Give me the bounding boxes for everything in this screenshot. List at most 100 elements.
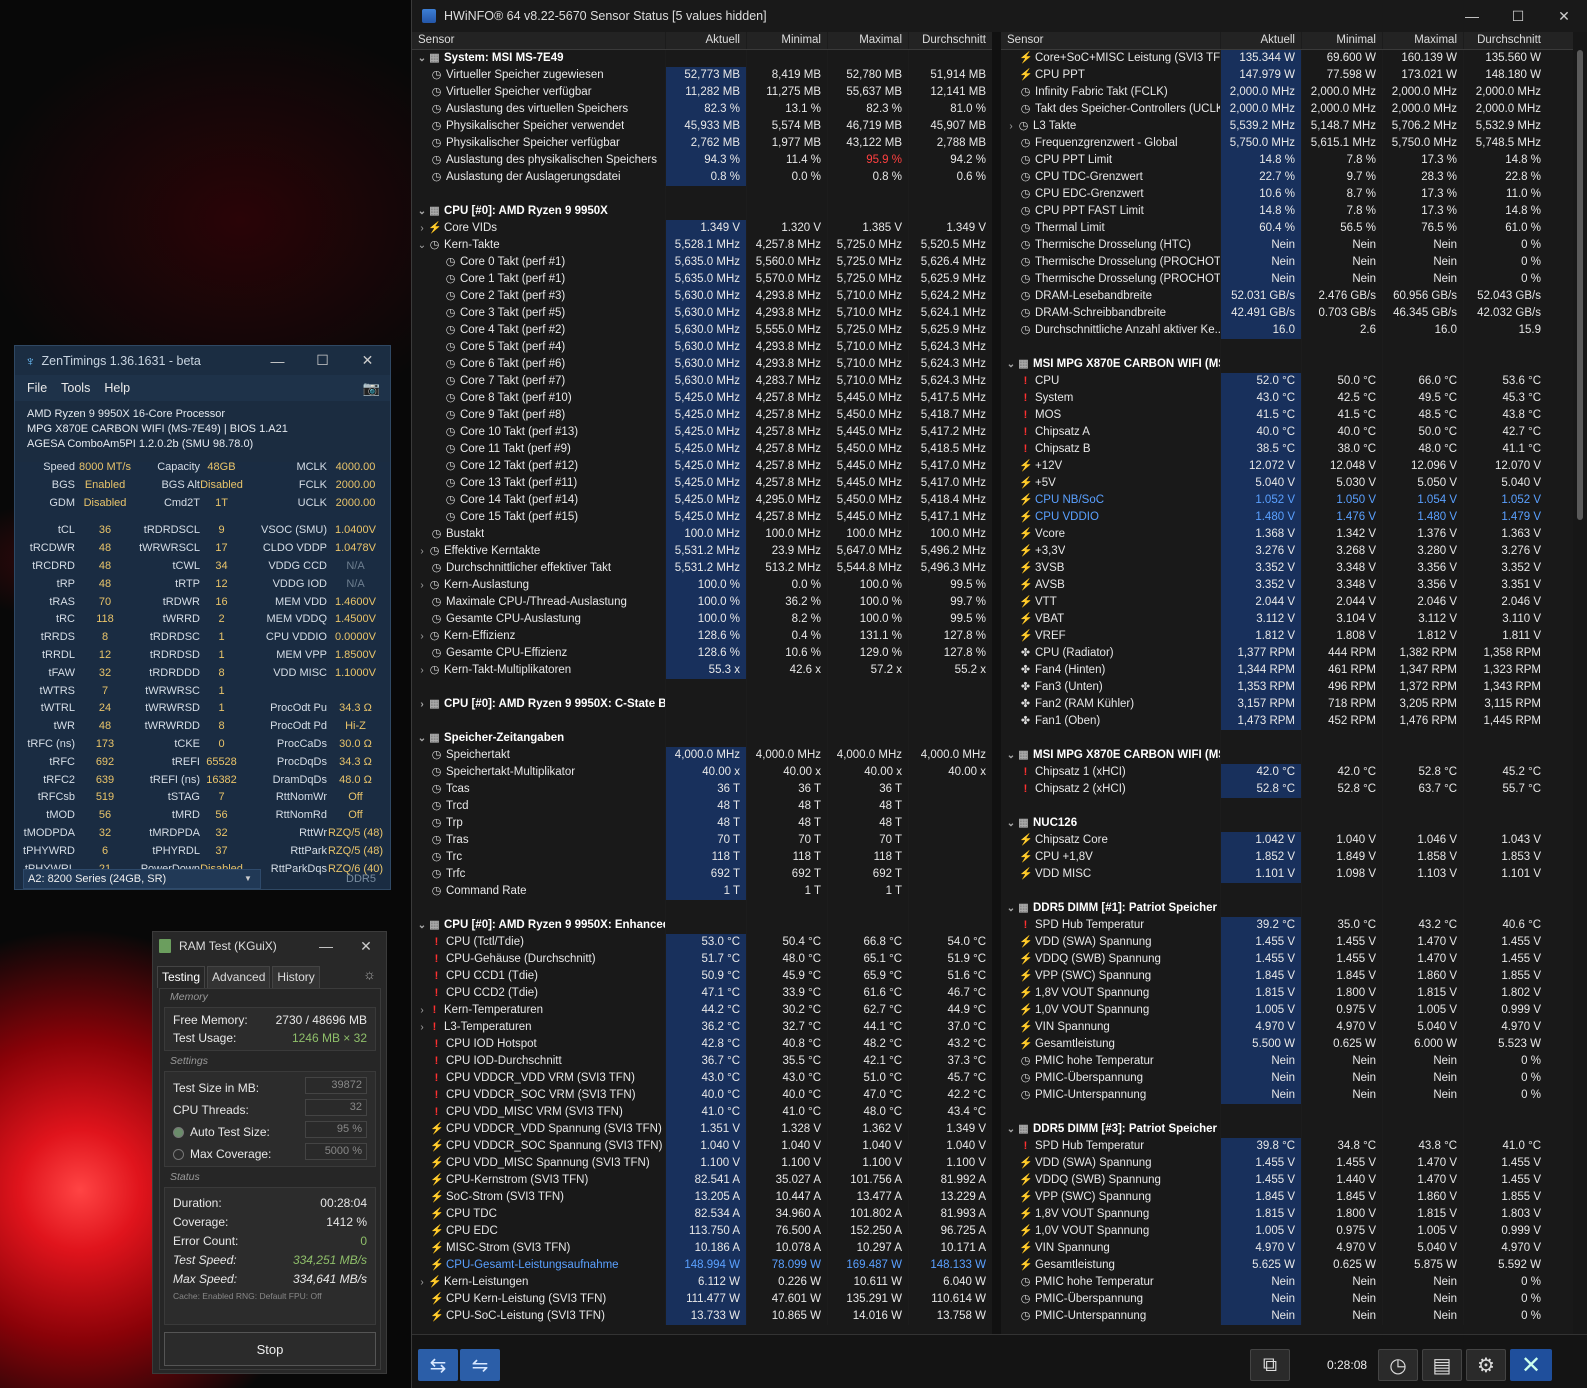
tab-testing[interactable]: Testing — [157, 966, 206, 988]
sensor-row[interactable]: ◷ Thermische Drosselung (PROCHOT ... Nein N… — [1001, 271, 1573, 288]
sensor-row[interactable]: ◷ Core 4 Takt (perf #2) 5,630.0 MHz 5,555.0… — [412, 322, 992, 339]
sensor-row[interactable]: ⚡ CPU Kern-Leistung (SVI3 TFN) 111.477 W 47… — [412, 1291, 992, 1308]
chevron-right-icon[interactable]: › — [416, 220, 428, 237]
sensor-row[interactable]: ⚡ Chipsatz Core 1.042 V 1.040 V 1.046 V 1.043… — [1001, 832, 1573, 849]
sensor-row[interactable]: ◷ Core 1 Takt (perf #1) 5,635.0 MHz 5,570.0… — [412, 271, 992, 288]
sensor-row[interactable]: ! CPU (Tctl/Tdie) 53.0 °C 50.4 °C 66.8 °C 54.… — [412, 934, 992, 951]
sensor-row[interactable]: ◷ Core 11 Takt (perf #9) 5,425.0 MHz 4,257.… — [412, 441, 992, 458]
ramtest-titlebar[interactable]: RAM Test (KGuiX) — ✕ — [153, 932, 386, 960]
sensor-row[interactable]: ✤ Fan2 (RAM Kühler) 3,157 RPM 718 RPM 3,205 … — [1001, 696, 1573, 713]
col-avg[interactable]: Durchschnitt — [908, 32, 992, 49]
sensor-row[interactable]: ◷ PMIC hohe Temperatur Nein Nein Nein 0 % — [1001, 1274, 1573, 1291]
sensor-row[interactable]: ✤ CPU (Radiator) 1,377 RPM 444 RPM 1,382 RPM… — [1001, 645, 1573, 662]
sensor-row[interactable]: ◷ Trp 48 T 48 T 48 T — [412, 815, 992, 832]
sensor-row[interactable]: ! SPD Hub Temperatur 39.2 °C 35.0 °C 43.2 °C… — [1001, 917, 1573, 934]
sensor-row[interactable]: ◷ Core 8 Takt (perf #10) 5,425.0 MHz 4,257.… — [412, 390, 992, 407]
sensor-row[interactable]: ⚡ Gesamtleistung 5.625 W 0.625 W 5.875 W 5.59… — [1001, 1257, 1573, 1274]
col-min[interactable]: Minimal — [1301, 32, 1382, 49]
chevron-down-icon[interactable]: ⌄ — [1005, 356, 1017, 373]
sensor-row[interactable]: ⚡ 1,8V VOUT Spannung 1.815 V 1.800 V 1.815 V… — [1001, 985, 1573, 1002]
chevron-right-icon[interactable]: › — [1005, 118, 1017, 135]
sensor-row[interactable]: ◷ Trfc 692 T 692 T 692 T — [412, 866, 992, 883]
sensor-row[interactable]: ◷ Frequenzgrenzwert - Global 5,750.0 MHz 5,… — [1001, 135, 1573, 152]
sensor-row[interactable]: ◷ CPU PPT Limit 14.8 % 7.8 % 17.3 % 14.8 % — [1001, 152, 1573, 169]
sensor-row[interactable]: ◷ Core 6 Takt (perf #6) 5,630.0 MHz 4,293.8… — [412, 356, 992, 373]
sensor-row[interactable]: ⚡ VBAT 3.112 V 3.104 V 3.112 V 3.110 V — [1001, 611, 1573, 628]
sensor-row[interactable]: ◷ Core 0 Takt (perf #1) 5,635.0 MHz 5,560.0… — [412, 254, 992, 271]
arrows-left-right-icon[interactable]: ⇆ — [418, 1349, 458, 1381]
sensor-row[interactable]: ⚡ VIN Spannung 4.970 V 4.970 V 5.040 V 4.970 … — [1001, 1240, 1573, 1257]
menu-tools[interactable]: Tools — [61, 381, 90, 395]
chevron-right-icon[interactable]: › — [416, 577, 428, 594]
sensor-row[interactable]: ! CPU-Gehäuse (Durchschnitt) 51.7 °C 48.0 °… — [412, 951, 992, 968]
sensor-row[interactable]: ◷ Auslastung des physikalischen Speichers… — [412, 152, 992, 169]
close-icon[interactable]: ✕ — [346, 938, 386, 955]
test-size-input[interactable]: 39872 — [305, 1077, 367, 1094]
auto-size-radio[interactable] — [173, 1127, 184, 1139]
sensor-row[interactable]: › ◷ Kern-Auslastung 100.0 % 0.0 % 100.0 % 99.5… — [412, 577, 992, 594]
sensor-row[interactable]: ⚡ CPU VDDCR_SOC Spannung (SVI3 TFN) 1.040 … — [412, 1138, 992, 1155]
sensor-row[interactable]: ◷ Gesamte CPU-Effizienz 128.6 % 10.6 % 129.0… — [412, 645, 992, 662]
sensor-row[interactable]: ! System 43.0 °C 42.5 °C 49.5 °C 45.3 °C — [1001, 390, 1573, 407]
sensor-row[interactable]: ⚡ MISC-Strom (SVI3 TFN) 10.186 A 10.078 A 10… — [412, 1240, 992, 1257]
sensor-row[interactable]: ⚡ 3VSB 3.352 V 3.348 V 3.356 V 3.352 V — [1001, 560, 1573, 577]
chevron-down-icon[interactable]: ⌄ — [1005, 1121, 1017, 1138]
sensor-row[interactable]: ! CPU 52.0 °C 50.0 °C 66.0 °C 53.6 °C — [1001, 373, 1573, 390]
sensor-row[interactable]: ◷ Speichertakt 4,000.0 MHz 4,000.0 MHz 4,000… — [412, 747, 992, 764]
sensor-row[interactable]: ✤ Fan3 (Unten) 1,353 RPM 496 RPM 1,372 RPM 1,… — [1001, 679, 1573, 696]
sensor-row[interactable]: ! CPU CCD1 (Tdie) 50.9 °C 45.9 °C 65.9 °C 51.… — [412, 968, 992, 985]
sensor-row[interactable]: ⚡ VREF 1.812 V 1.808 V 1.812 V 1.811 V — [1001, 628, 1573, 645]
sensor-row[interactable]: › ◷ L3 Takte 5,539.2 MHz 5,148.7 MHz 5,706.2 … — [1001, 118, 1573, 135]
sensor-row[interactable]: ◷ CPU TDC-Grenzwert 22.7 % 9.7 % 28.3 % 22.8 … — [1001, 169, 1573, 186]
sensor-row[interactable]: ! Chipsatz 1 (xHCI) 42.0 °C 42.0 °C 52.8 °C 4… — [1001, 764, 1573, 781]
sensor-row[interactable]: ◷ Tras 70 T 70 T 70 T — [412, 832, 992, 849]
chevron-down-icon[interactable]: ⌄ — [416, 50, 428, 67]
sensor-group-header[interactable]: ⌄ ▦ CPU [#0]: AMD Ryzen 9 9950X — [412, 203, 992, 220]
close-icon[interactable]: ✕ — [345, 352, 390, 369]
sensor-group-header[interactable]: ⌄▦ DDR5 DIMM [#1]: Patriot Speicher (PDP … — [1001, 900, 1573, 917]
col-min[interactable]: Minimal — [746, 32, 827, 49]
network-icon[interactable]: ⧉ — [1250, 1349, 1290, 1381]
sensor-row[interactable]: › ⚡ Core VIDs 1.349 V 1.320 V 1.385 V 1.349 V — [412, 220, 992, 237]
chevron-down-icon[interactable]: ⌄ — [1005, 815, 1017, 832]
sensor-row[interactable]: ◷ Bustakt 100.0 MHz 100.0 MHz 100.0 MHz 100.0… — [412, 526, 992, 543]
sensor-row[interactable]: ! SPD Hub Temperatur 39.8 °C 34.8 °C 43.8 °C… — [1001, 1138, 1573, 1155]
dimm-select[interactable]: A2: 8200 Series (24GB, SR) ▼ — [23, 869, 261, 889]
sensor-row[interactable]: ⚡ +12V 12.072 V 12.048 V 12.096 V 12.070 V — [1001, 458, 1573, 475]
sensor-row[interactable]: ⚡ VDD (SWA) Spannung 1.455 V 1.455 V 1.470 V… — [1001, 934, 1573, 951]
sensor-row[interactable]: › ◷ Effektive Kerntakte 5,531.2 MHz 23.9 MHz… — [412, 543, 992, 560]
sensor-row[interactable]: ! CPU IOD-Durchschnitt 36.7 °C 35.5 °C 42.1 … — [412, 1053, 992, 1070]
sensor-row[interactable]: ◷ PMIC-Unterspannung Nein Nein Nein 0 % — [1001, 1087, 1573, 1104]
sensor-row[interactable]: ⚡ 1,0V VOUT Spannung 1.005 V 0.975 V 1.005 V… — [1001, 1223, 1573, 1240]
sensor-row[interactable]: ⚡ Core+SoC+MISC Leistung (SVI3 TFN) 135.34… — [1001, 50, 1573, 67]
sensor-row[interactable]: ⚡ CPU-SoC-Leistung (SVI3 TFN) 13.733 W 10.8… — [412, 1308, 992, 1325]
close-icon[interactable]: ✕ — [1541, 8, 1587, 25]
maximize-icon[interactable]: ☐ — [1495, 8, 1541, 25]
tab-advanced[interactable]: Advanced — [207, 966, 271, 988]
sensor-row[interactable]: ⚡ VPP (SWC) Spannung 1.845 V 1.845 V 1.860 V… — [1001, 1189, 1573, 1206]
sensor-row[interactable]: ◷ CPU PPT FAST Limit 14.8 % 7.8 % 17.3 % 14.8… — [1001, 203, 1573, 220]
sensor-row[interactable]: ⚡ +5V 5.040 V 5.030 V 5.050 V 5.040 V — [1001, 475, 1573, 492]
col-max[interactable]: Maximal — [1382, 32, 1463, 49]
chevron-down-icon[interactable]: ⌄ — [1005, 900, 1017, 917]
chevron-down-icon[interactable]: ⌄ — [1005, 747, 1017, 764]
chevron-down-icon[interactable]: ⌄ — [416, 237, 428, 254]
sensor-row[interactable]: ◷ Core 5 Takt (perf #4) 5,630.0 MHz 4,293.8… — [412, 339, 992, 356]
sensor-row[interactable]: ! Chipsatz A 40.0 °C 40.0 °C 50.0 °C 42.7 °C — [1001, 424, 1573, 441]
maximize-icon[interactable]: ☐ — [300, 352, 345, 369]
sensor-row[interactable]: ◷ PMIC-Unterspannung Nein Nein Nein 0 % — [1001, 1308, 1573, 1325]
sensor-row[interactable]: ◷ Gesamte CPU-Auslastung 100.0 % 8.2 % 100.0… — [412, 611, 992, 628]
sensor-row[interactable]: ◷ Physikalischer Speicher verwendet 45,933… — [412, 118, 992, 135]
chevron-right-icon[interactable]: › — [416, 628, 428, 645]
sensor-row[interactable]: ⚡ VDDQ (SWB) Spannung 1.455 V 1.440 V 1.470 … — [1001, 1172, 1573, 1189]
clock-icon[interactable]: ◷ — [1378, 1349, 1418, 1381]
sensor-row[interactable]: ◷ Core 7 Takt (perf #7) 5,630.0 MHz 4,283.7… — [412, 373, 992, 390]
sensor-row[interactable]: ⚡ VTT 2.044 V 2.044 V 2.046 V 2.046 V — [1001, 594, 1573, 611]
sensor-row[interactable]: ⚡ CPU-Gesamt-Leistungsaufnahme 148.994 W 78… — [412, 1257, 992, 1274]
sensor-row[interactable]: ◷ Core 15 Takt (perf #15) 5,425.0 MHz 4,257… — [412, 509, 992, 526]
tab-history[interactable]: History — [272, 966, 320, 988]
sensor-row[interactable]: ⚡ VDDQ (SWB) Spannung 1.455 V 1.455 V 1.470 … — [1001, 951, 1573, 968]
col-current[interactable]: Aktuell — [1220, 32, 1301, 49]
chevron-right-icon[interactable]: › — [416, 1002, 428, 1019]
sensor-row[interactable]: ! CPU IOD Hotspot 42.8 °C 40.8 °C 48.2 °C 43.… — [412, 1036, 992, 1053]
